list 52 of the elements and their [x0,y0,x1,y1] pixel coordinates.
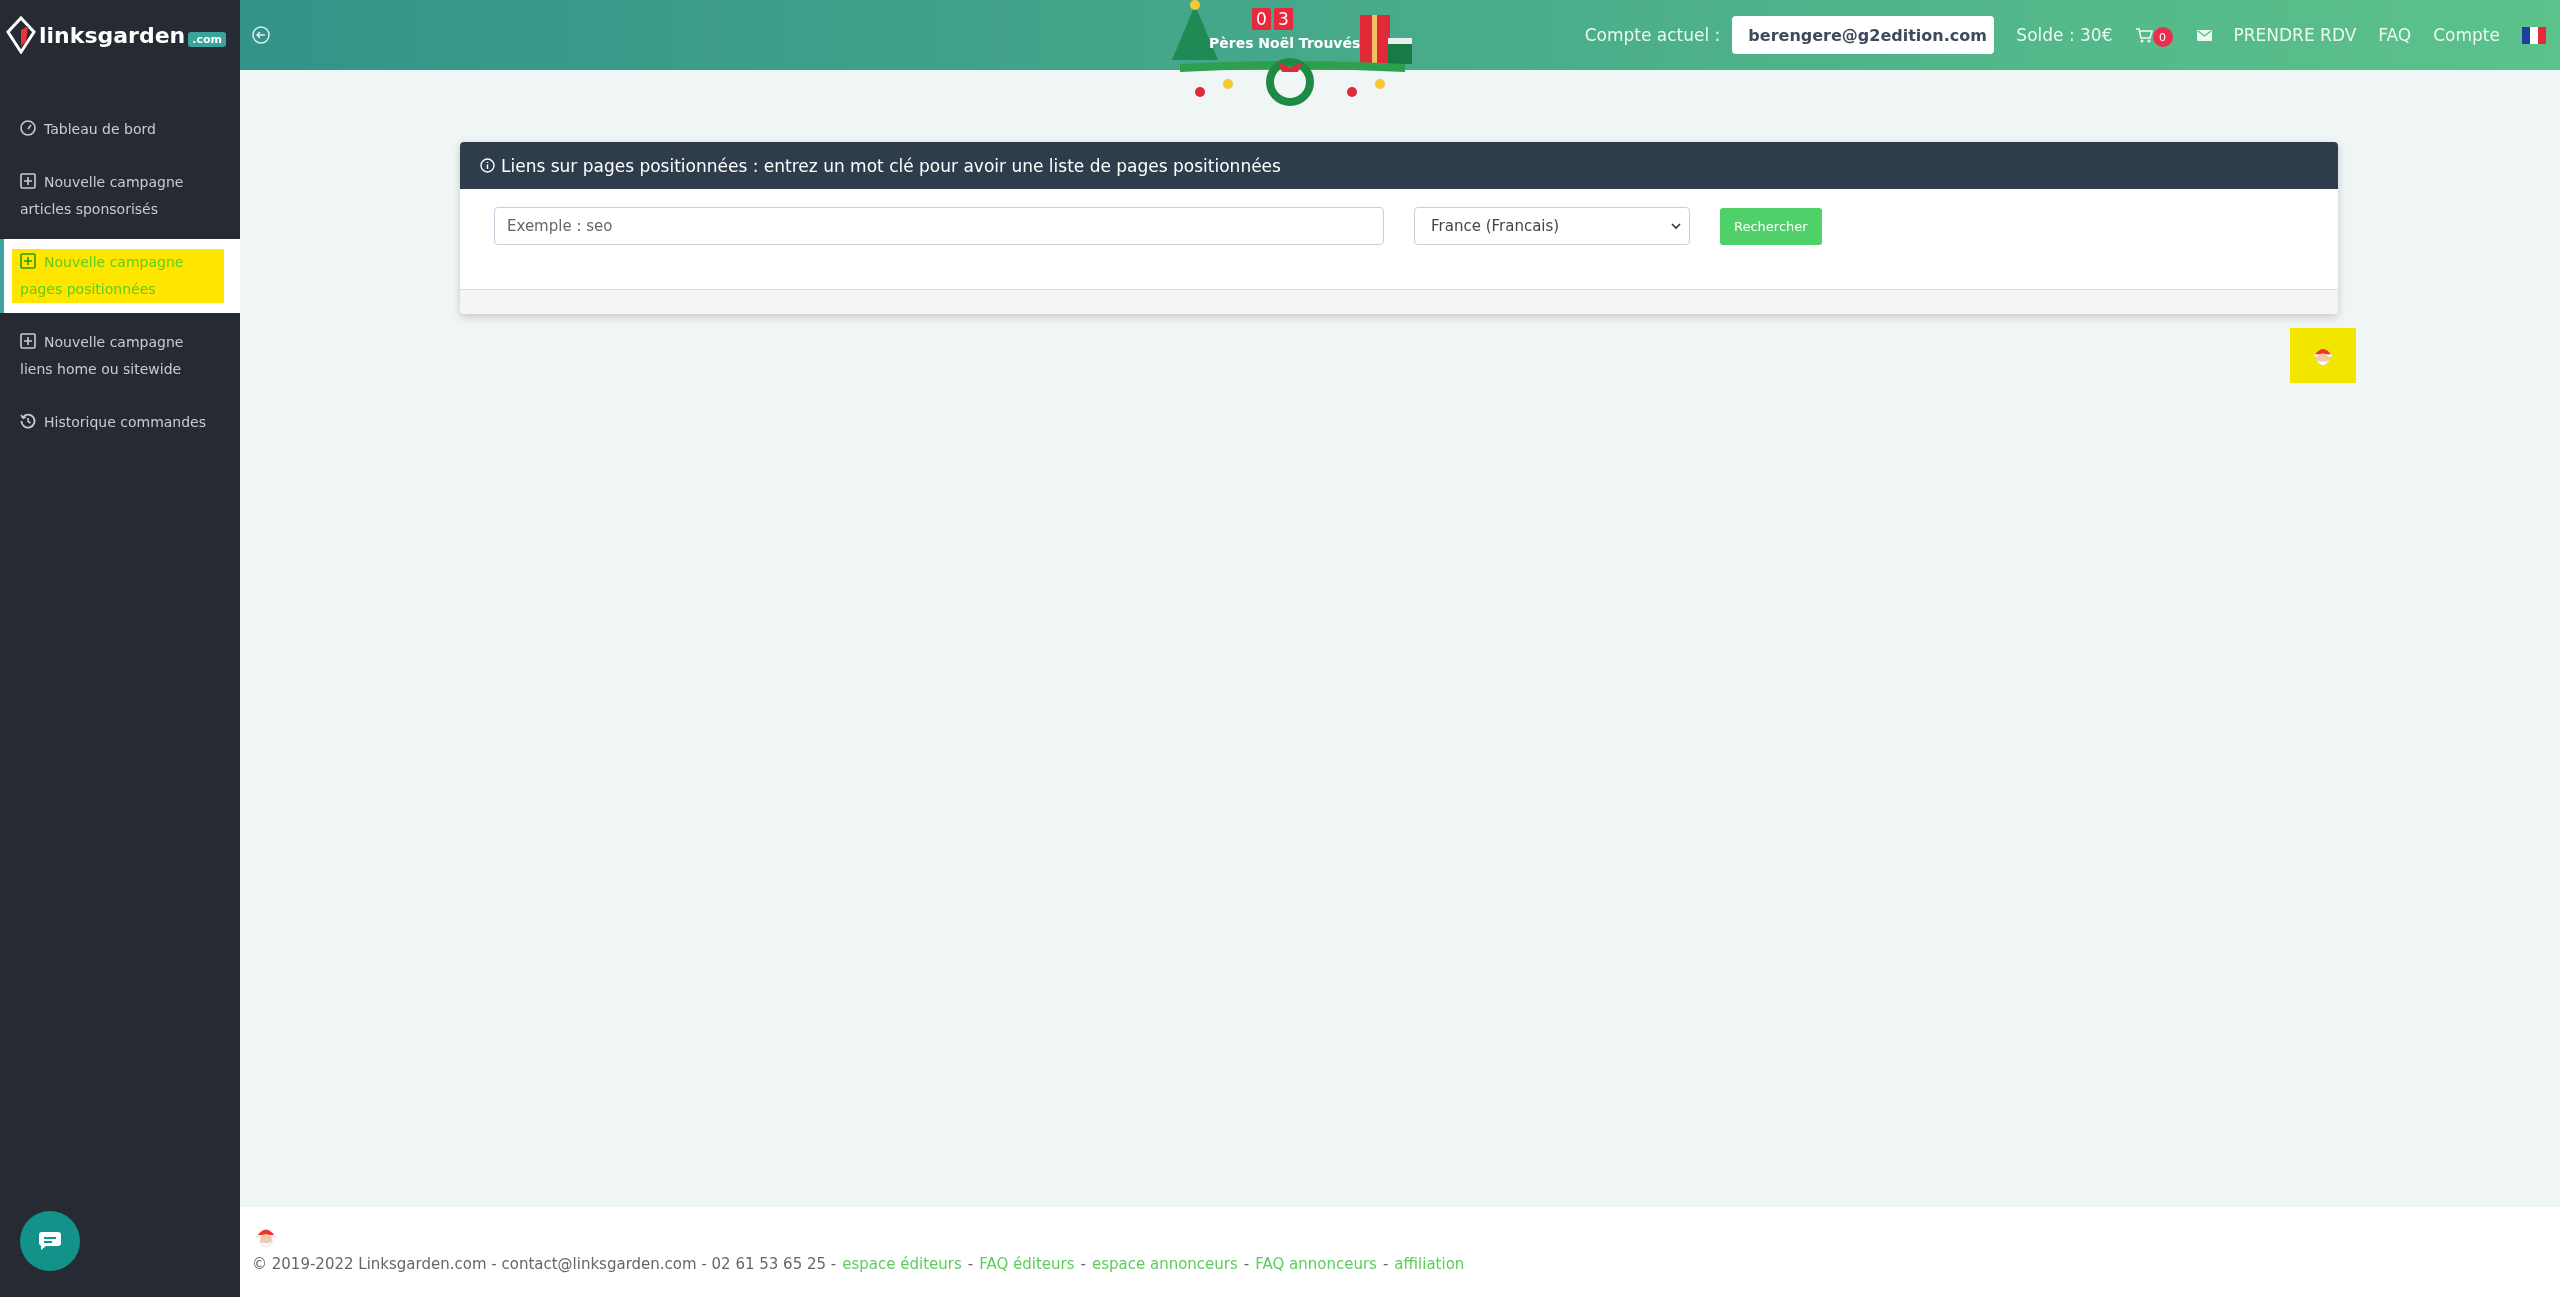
nav-link[interactable]: Compte [2433,25,2500,45]
sidebar-item[interactable]: Nouvelle campagne liens home ou sitewide [0,319,240,393]
footer-text: © 2019-2022 Linksgarden.com - contact@linksgarden.com - 02 61 53 65 25 - [252,1255,837,1273]
sidebar-item[interactable]: Tableau de bord [0,106,240,153]
footer-text: - [1382,1255,1389,1273]
sidebar-item[interactable]: Historique commandes [0,399,240,446]
footer-link[interactable]: espace annonceurs [1091,1255,1238,1273]
chat-icon [38,1231,62,1251]
sidebar-item-label: pages positionnées [20,281,156,297]
search-button[interactable]: Rechercher [1720,207,1822,245]
footer-text: - [1080,1255,1086,1273]
plus-square-icon [20,173,36,189]
keyword-input[interactable]: Exemple : seo [494,207,1384,245]
footer-link[interactable]: affiliation [1394,1255,1465,1273]
footer-link[interactable]: FAQ annonceurs [1255,1255,1377,1273]
banner-caption: Pères Noël Trouvés [1209,35,1361,51]
flag-icon[interactable] [2522,26,2546,44]
footer-text: - [1243,1255,1250,1273]
dashboard-icon [20,120,36,136]
plus-square-icon [20,333,36,349]
counter-digit: 3 [1274,8,1293,30]
account-select[interactable]: berengere@g2edition.com [1732,16,1995,54]
card-title: Liens sur pages positionnées : entrez un mot clé pour avoir une liste de pages positionnées [501,155,1281,176]
sidebar-item[interactable]: Nouvelle campagne articles sponsorisés [0,159,240,233]
country-select[interactable]: France (Francais) [1414,207,1690,245]
footer-text: - [967,1255,974,1273]
chevron-down-icon [1671,222,1681,230]
nav-link[interactable]: FAQ [2378,25,2412,45]
sidebar-item-label: Tableau de bord [44,121,156,137]
history-icon [20,413,36,429]
sidebar-item-label: liens home ou sitewide [20,361,182,377]
footer-link[interactable]: FAQ éditeurs [979,1255,1075,1273]
brand-tld: .com [188,31,226,47]
counter-digit: 0 [1252,8,1271,30]
chat-button[interactable] [20,1211,80,1271]
sidebar-item[interactable]: Nouvelle campagne pages positionnées [0,239,240,313]
sidebar-item-label: Historique commandes [44,414,207,430]
sidebar-item-label: Nouvelle campagne [44,334,184,350]
account-label: Compte actuel : [1584,25,1721,45]
leaf-logo-icon [6,16,36,54]
plus-square-icon [20,253,36,269]
mail-icon[interactable] [2196,29,2212,41]
sidebar-item-label: Nouvelle campagne [44,254,184,270]
footer-link[interactable]: espace éditeurs [842,1255,962,1273]
sidebar-item-label: Nouvelle campagne [44,174,184,190]
cart-icon[interactable] [2134,27,2153,43]
nav-link[interactable]: PRENDRE RDV [2233,25,2357,45]
sidebar-item-label: articles sponsorisés [20,201,158,217]
info-icon [480,158,495,173]
cart-count-badge: 0 [2152,27,2173,47]
balance-text: Solde : 30€ [2016,25,2113,45]
brand-name: linksgarden [39,22,186,48]
